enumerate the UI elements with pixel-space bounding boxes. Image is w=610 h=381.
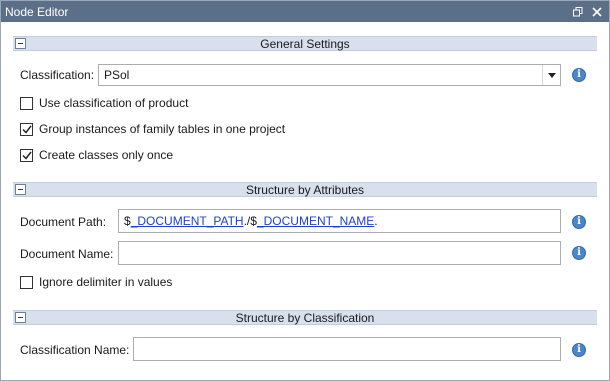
document-path-input[interactable]: $ _DOCUMENT_PATH ./$ _DOCUMENT_NAME. [118, 209, 561, 233]
collapse-icon[interactable] [15, 312, 26, 323]
classification-name-input[interactable] [133, 337, 561, 361]
chevron-down-icon[interactable] [542, 65, 560, 85]
use-classification-checkbox[interactable] [20, 96, 33, 110]
info-icon[interactable]: i [572, 246, 586, 260]
close-icon[interactable] [590, 5, 604, 19]
group-instances-checkbox[interactable] [20, 122, 33, 136]
window-title: Node Editor [5, 4, 69, 19]
document-path-part-3: ./$ [243, 214, 257, 228]
group-instances-row[interactable]: Group instances of family tables in one … [20, 121, 285, 137]
info-icon[interactable]: i [572, 215, 586, 229]
document-name-input[interactable] [118, 241, 561, 265]
document-path-part-5: . [374, 214, 378, 228]
section-header-classification: Structure by Classification [13, 310, 597, 325]
classification-dropdown[interactable]: PSol [98, 64, 561, 86]
use-classification-row[interactable]: Use classification of product [20, 95, 188, 111]
create-classes-once-label: Create classes only once [39, 148, 174, 162]
classification-value: PSol [104, 68, 130, 82]
section-title-classification: Structure by Classification [235, 310, 375, 325]
group-instances-label: Group instances of family tables in one … [39, 122, 286, 136]
document-path-link-1[interactable]: _DOCUMENT_PATH [131, 214, 244, 228]
document-path-label: Document Path: [20, 215, 107, 229]
ignore-delimiter-label: Ignore delimiter in values [39, 275, 173, 289]
document-path-part-1: $ [124, 214, 131, 228]
collapse-icon[interactable] [15, 38, 26, 49]
create-classes-once-row[interactable]: Create classes only once [20, 147, 173, 163]
section-header-general: General Settings [13, 36, 597, 51]
collapse-icon[interactable] [15, 184, 26, 195]
info-icon[interactable]: i [572, 68, 586, 82]
document-path-link-2[interactable]: _DOCUMENT_NAME [257, 214, 374, 228]
section-header-attributes: Structure by Attributes [13, 182, 597, 197]
info-icon[interactable]: i [572, 343, 586, 357]
classification-label: Classification: [20, 68, 95, 82]
document-name-label: Document Name: [20, 247, 114, 261]
section-title-attributes: Structure by Attributes [245, 182, 365, 197]
title-bar: Node Editor [1, 1, 609, 22]
create-classes-once-checkbox[interactable] [20, 148, 33, 162]
ignore-delimiter-row[interactable]: Ignore delimiter in values [20, 274, 172, 290]
ignore-delimiter-checkbox[interactable] [20, 275, 33, 289]
classification-name-label: Classification Name: [20, 343, 130, 357]
restore-icon[interactable] [571, 5, 585, 19]
section-title-general: General Settings [260, 36, 350, 51]
use-classification-label: Use classification of product [39, 96, 189, 110]
node-editor-window: Node Editor General Settings Classificat… [0, 0, 610, 381]
